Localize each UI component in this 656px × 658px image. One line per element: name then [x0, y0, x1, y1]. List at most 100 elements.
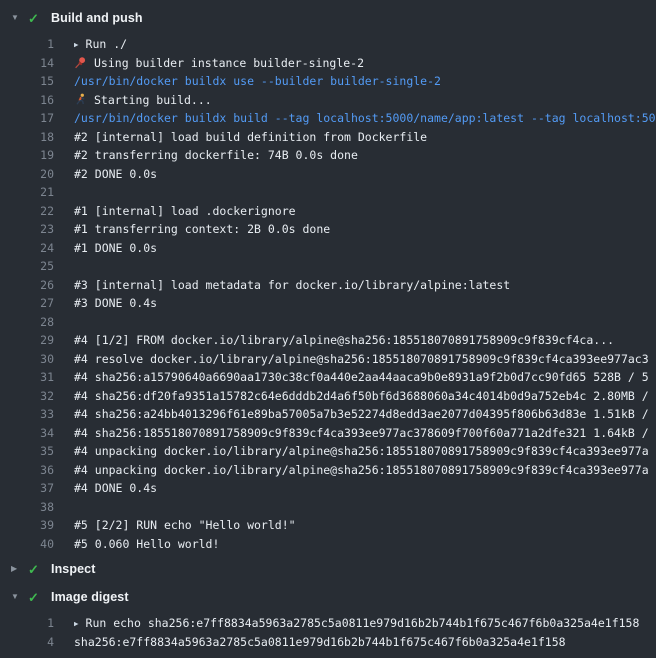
line-number[interactable]: 27	[0, 296, 54, 310]
line-content: #5 [2/2] RUN echo "Hello world!"	[74, 518, 656, 532]
line-number[interactable]: 20	[0, 167, 54, 181]
expand-group-icon[interactable]: ▶	[74, 41, 79, 49]
line-number[interactable]: 1	[0, 37, 54, 51]
line-content: #4 DONE 0.4s	[74, 481, 656, 495]
log-lines: 1 ▶ Run ./ 14Using builder instance builder…	[0, 32, 656, 555]
log-line: 40 #5 0.060 Hello world!	[0, 535, 656, 554]
section-header-image-digest[interactable]: ▼ ✓ Image digest	[0, 583, 656, 611]
line-number[interactable]: 26	[0, 278, 54, 292]
log-text: #2 DONE 0.0s	[74, 167, 157, 181]
log-text: Run ./	[86, 37, 128, 51]
line-number[interactable]: 17	[0, 111, 54, 125]
line-content: #4 sha256:a24bb4013296f61e89ba57005a7b3e…	[74, 407, 656, 421]
log-text: #2 [internal] load build definition from…	[74, 130, 427, 144]
chevron-down-icon[interactable]: ▼	[11, 14, 23, 22]
log-line: 25	[0, 257, 656, 276]
line-content: #5 0.060 Hello world!	[74, 537, 656, 551]
line-content: /usr/bin/docker buildx use --builder bui…	[74, 74, 656, 88]
line-number[interactable]: 30	[0, 352, 54, 366]
log-text: /usr/bin/docker buildx use --builder bui…	[74, 74, 441, 88]
expand-group-icon[interactable]: ▶	[74, 620, 79, 628]
section-title: Inspect	[51, 562, 95, 576]
line-content: #4 [1/2] FROM docker.io/library/alpine@s…	[74, 333, 656, 347]
line-number[interactable]: 18	[0, 130, 54, 144]
log-text: #5 [2/2] RUN echo "Hello world!"	[74, 518, 296, 532]
log-line: 33 #4 sha256:a24bb4013296f61e89ba57005a7b…	[0, 405, 656, 424]
line-number[interactable]: 36	[0, 463, 54, 477]
line-content: #2 DONE 0.0s	[74, 167, 656, 181]
line-content: #4 unpacking docker.io/library/alpine@sh…	[74, 444, 656, 458]
line-number[interactable]: 34	[0, 426, 54, 440]
log-line: 24 #1 DONE 0.0s	[0, 239, 656, 258]
line-number[interactable]: 33	[0, 407, 54, 421]
log-line: 14Using builder instance builder-single-…	[0, 54, 656, 73]
log-line: 17/usr/bin/docker buildx build --tag loc…	[0, 109, 656, 128]
workflow-log-viewer: ▼✓Build and push1▶Run ./14Using builder …	[0, 4, 656, 653]
log-line: 39 #5 [2/2] RUN echo "Hello world!"	[0, 516, 656, 535]
success-check-icon: ✓	[28, 591, 43, 604]
line-number[interactable]: 35	[0, 444, 54, 458]
line-number[interactable]: 22	[0, 204, 54, 218]
line-number[interactable]: 37	[0, 481, 54, 495]
line-number[interactable]: 24	[0, 241, 54, 255]
line-number[interactable]: 29	[0, 333, 54, 347]
log-line: 34 #4 sha256:185518070891758909c9f839cf4c…	[0, 424, 656, 443]
chevron-down-icon[interactable]: ▼	[11, 593, 23, 601]
line-content: #4 unpacking docker.io/library/alpine@sh…	[74, 463, 656, 477]
line-content: sha256:e7ff8834a5963a2785c5a0811e979d16b…	[74, 635, 656, 649]
line-number[interactable]: 31	[0, 370, 54, 384]
section-title: Build and push	[51, 11, 143, 25]
log-lines: 1 ▶Run echo sha256:e7ff8834a5963a2785c5a0…	[0, 611, 656, 653]
log-text: #2 transferring dockerfile: 74B 0.0s don…	[74, 148, 358, 162]
log-line: 1 ▶Run echo sha256:e7ff8834a5963a2785c5a0…	[0, 614, 656, 633]
line-number[interactable]: 1	[0, 616, 54, 630]
line-content: #4 sha256:df20fa9351a15782c64e6dddb2d4a6…	[74, 389, 656, 403]
line-content: Starting build...	[74, 93, 656, 107]
pushpin-icon	[74, 56, 87, 69]
line-content: #1 transferring context: 2B 0.0s done	[74, 222, 656, 236]
line-number[interactable]: 39	[0, 518, 54, 532]
section-header-build-and-push[interactable]: ▼✓Build and push	[0, 4, 656, 32]
line-number[interactable]: 21	[0, 185, 54, 199]
line-number[interactable]: 23	[0, 222, 54, 236]
log-line: 15/usr/bin/docker buildx use --builder b…	[0, 72, 656, 91]
line-number[interactable]: 19	[0, 148, 54, 162]
line-content: #3 DONE 0.4s	[74, 296, 656, 310]
line-content: ▶Run echo sha256:e7ff8834a5963a2785c5a08…	[74, 616, 656, 630]
log-line: 27 #3 DONE 0.4s	[0, 294, 656, 313]
log-text: /usr/bin/docker buildx build --tag local…	[74, 111, 656, 125]
line-number[interactable]: 4	[0, 635, 54, 649]
chevron-right-icon[interactable]: ▶	[11, 565, 23, 573]
log-line: 36 #4 unpacking docker.io/library/alpine@…	[0, 461, 656, 480]
line-number[interactable]: 32	[0, 389, 54, 403]
log-text: #4 sha256:185518070891758909c9f839cf4ca3…	[74, 426, 649, 440]
line-content: #4 sha256:a15790640a6690aa1730c38cf0a440…	[74, 370, 656, 384]
log-text: #4 unpacking docker.io/library/alpine@sh…	[74, 463, 649, 477]
log-text: #4 resolve docker.io/library/alpine@sha2…	[74, 352, 649, 366]
line-number[interactable]: 25	[0, 259, 54, 273]
line-number[interactable]: 14	[0, 56, 54, 70]
line-content: #2 [internal] load build definition from…	[74, 130, 656, 144]
log-text: #3 DONE 0.4s	[74, 296, 157, 310]
log-line: 28	[0, 313, 656, 332]
log-text: #4 sha256:a15790640a6690aa1730c38cf0a440…	[74, 370, 649, 384]
line-number[interactable]: 40	[0, 537, 54, 551]
log-line: 1 ▶ Run ./	[0, 35, 656, 54]
log-line: 31 #4 sha256:a15790640a6690aa1730c38cf0a4…	[0, 368, 656, 387]
log-line: 20 #2 DONE 0.0s	[0, 165, 656, 184]
section-title: Image digest	[51, 590, 129, 604]
log-line: 23 #1 transferring context: 2B 0.0s done	[0, 220, 656, 239]
log-text: #5 0.060 Hello world!	[74, 537, 219, 551]
section-header-inspect[interactable]: ▶ ✓ Inspect	[0, 555, 656, 583]
log-section-image-digest: ▼ ✓ Image digest 1 ▶Run echo sha256:e7ff8834…	[0, 583, 656, 653]
line-number[interactable]: 16	[0, 93, 54, 107]
log-text: #3 [internal] load metadata for docker.i…	[74, 278, 510, 292]
line-number[interactable]: 38	[0, 500, 54, 514]
log-text: #1 transferring context: 2B 0.0s done	[74, 222, 330, 236]
line-number[interactable]: 15	[0, 74, 54, 88]
log-line: 35 #4 unpacking docker.io/library/alpine@…	[0, 442, 656, 461]
log-text: #1 DONE 0.0s	[74, 241, 157, 255]
line-number[interactable]: 28	[0, 315, 54, 329]
log-text: #1 [internal] load .dockerignore	[74, 204, 296, 218]
success-check-icon: ✓	[28, 563, 43, 576]
